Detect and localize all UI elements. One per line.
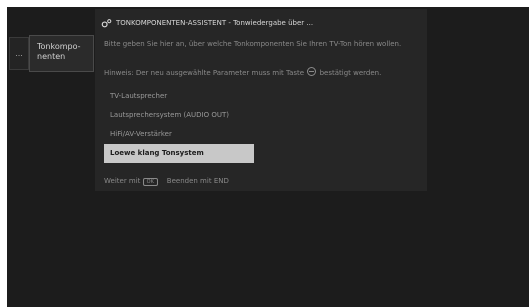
end-label: Beenden mit [166, 177, 212, 185]
tv-screen: ... Tonkompo- nenten TONKOMPONENTEN-ASSI… [7, 7, 529, 307]
hint-suffix: bestätigt werden. [319, 69, 382, 77]
next-label: Weiter mit [104, 177, 141, 185]
hint-prefix: Hinweis: Der neu ausgewählte Parameter m… [104, 69, 305, 77]
ok-key-icon: OK [142, 178, 158, 186]
previous-menu-label: ... [15, 49, 23, 58]
dialog-hint: Hinweis: Der neu ausgewählte Parameter m… [104, 67, 422, 78]
sound-option-list: TV-Lautsprecher Lautsprechersystem (AUDI… [104, 87, 254, 163]
side-menu-label: Tonkompo- nenten [37, 42, 81, 61]
option-tv-speaker[interactable]: TV-Lautsprecher [104, 87, 254, 106]
end-key-icon: END [213, 177, 229, 185]
gear-icon [101, 18, 112, 27]
option-loewe-klang-system[interactable]: Loewe klang Tonsystem [104, 144, 254, 163]
confirm-key-icon [307, 67, 317, 76]
dialog-title-bar: TONKOMPONENTEN-ASSISTENT - Tonwiedergabe… [101, 17, 421, 29]
side-menu-item-tonkomponenten[interactable]: Tonkompo- nenten [29, 35, 94, 72]
previous-menu-item[interactable]: ... [9, 37, 29, 70]
dialog-title: TONKOMPONENTEN-ASSISTENT - Tonwiedergabe… [116, 19, 314, 27]
option-hifi-av-amplifier[interactable]: HiFi/AV-Verstärker [104, 125, 254, 144]
dialog-description: Bitte geben Sie hier an, über welche Ton… [104, 40, 402, 48]
sound-components-dialog: TONKOMPONENTEN-ASSISTENT - Tonwiedergabe… [95, 9, 427, 191]
option-speaker-system[interactable]: Lautsprechersystem (AUDIO OUT) [104, 106, 254, 125]
dialog-footer: Weiter mit OK Beenden mit END [104, 177, 421, 186]
